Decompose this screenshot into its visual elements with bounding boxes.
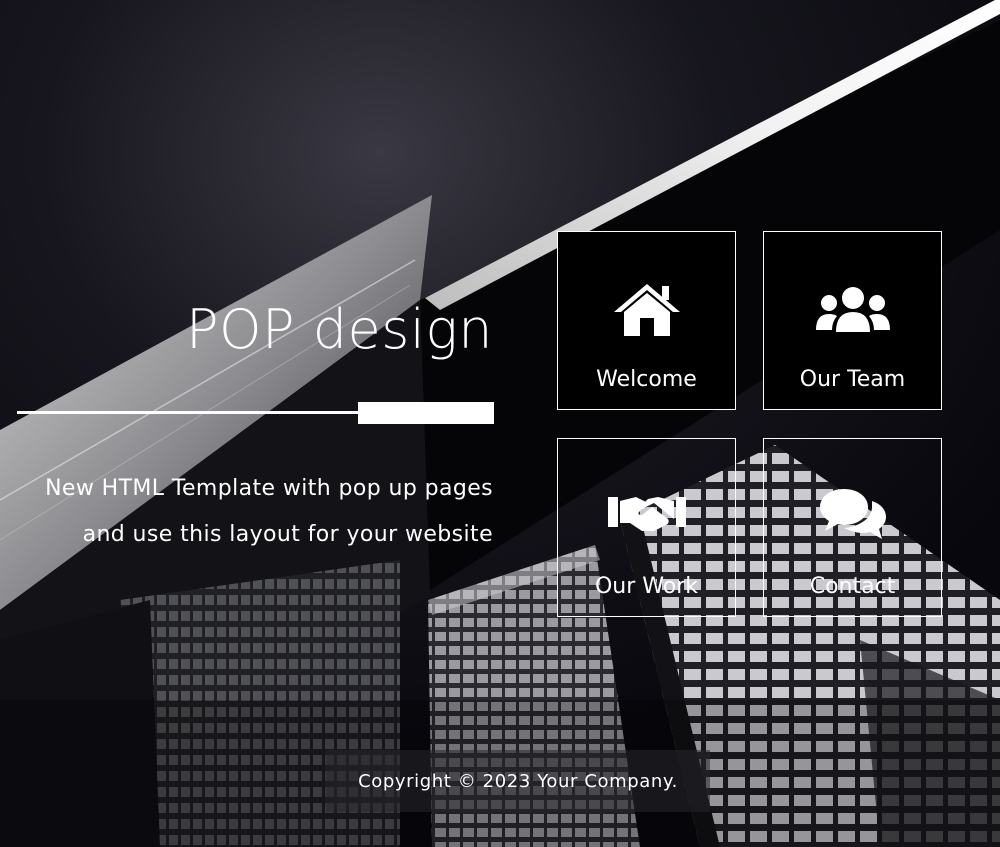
page: POP design New HTML Template with pop up… xyxy=(0,0,1000,847)
nav-tile-our-work[interactable]: Our Work xyxy=(557,438,736,617)
nav-tile-label: Contact xyxy=(809,574,896,599)
comments-icon xyxy=(819,489,886,539)
copyright-text: Copyright © 2023 Your Company. xyxy=(358,770,678,792)
hero-section: POP design New HTML Template with pop up… xyxy=(0,0,1000,847)
users-icon xyxy=(815,287,890,332)
title-divider-line xyxy=(17,411,358,414)
nav-tile-contact[interactable]: Contact xyxy=(763,438,942,617)
home-icon xyxy=(613,284,680,336)
nav-tile-label: Our Work xyxy=(594,574,698,599)
footer: Copyright © 2023 Your Company. xyxy=(326,750,710,812)
tagline-line-1: New HTML Template with pop up pages xyxy=(45,476,493,501)
title-divider-bar xyxy=(358,402,494,424)
nav-tile-welcome[interactable]: Welcome xyxy=(557,231,736,410)
nav-tile-label: Welcome xyxy=(596,367,697,392)
handshake-icon xyxy=(607,497,686,531)
site-title: POP design xyxy=(185,298,493,361)
nav-tile-label: Our Team xyxy=(799,367,906,392)
tagline: New HTML Template with pop up pages and … xyxy=(13,466,493,558)
tagline-line-2: and use this layout for your website xyxy=(82,522,493,547)
nav-tile-our-team[interactable]: Our Team xyxy=(763,231,942,410)
